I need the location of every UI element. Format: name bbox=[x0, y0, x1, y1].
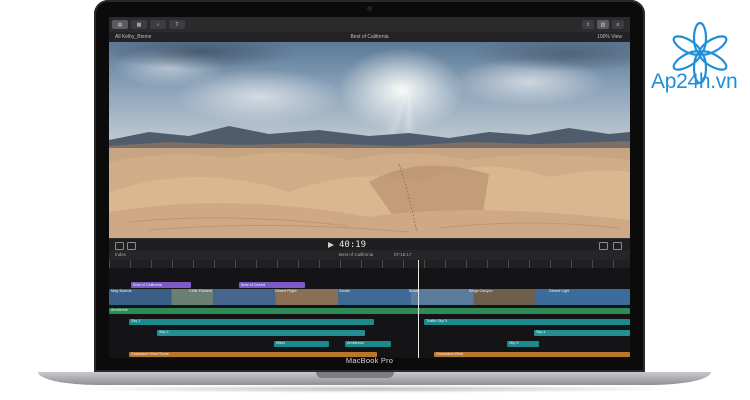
photos-button[interactable]: ▦ bbox=[131, 20, 147, 29]
timeline-project-name: Best of California bbox=[339, 252, 374, 257]
audio-clip[interactable] bbox=[534, 330, 630, 336]
title-clip-label: Best of California bbox=[133, 282, 162, 287]
playhead[interactable] bbox=[418, 260, 419, 358]
viewer-zoom[interactable]: 100% View bbox=[597, 34, 622, 40]
laptop-lid: ▤ ▦ ♪ T ⇪ ▥ ≡ All Kelby_Biome Best of Ca… bbox=[94, 0, 645, 372]
audio-clip-label: Sky 1 bbox=[131, 319, 141, 323]
clip-appearance-icon[interactable] bbox=[127, 242, 136, 250]
library-toggle-button[interactable]: ▤ bbox=[112, 20, 128, 29]
desert-landscape bbox=[109, 126, 630, 238]
timeline-duration: 07:16:17 bbox=[394, 252, 412, 257]
base-shadow bbox=[60, 385, 690, 393]
audio-clip[interactable] bbox=[157, 330, 365, 336]
video-viewer bbox=[109, 42, 630, 238]
project-title: Best of California bbox=[350, 34, 389, 40]
music-clip-label: Grassland Wind Score bbox=[131, 352, 169, 356]
video-clip-label: Desert Flight bbox=[275, 289, 297, 293]
video-clip-label: Mag Boards bbox=[111, 289, 132, 293]
audio-clip-label: Ambience bbox=[111, 308, 128, 312]
crop-icon[interactable] bbox=[599, 242, 608, 250]
app-toolbar: ▤ ▦ ♪ T ⇪ ▥ ≡ bbox=[109, 17, 630, 32]
audio-clip-label: Traffic Sky 3 bbox=[426, 319, 447, 323]
fullscreen-icon[interactable] bbox=[613, 242, 622, 250]
video-clip-label: Chile Flowers bbox=[189, 289, 212, 293]
audio-button[interactable]: ♪ bbox=[150, 20, 166, 29]
watermark-text: Ap24h.vn bbox=[651, 70, 738, 93]
viewer-options-icon[interactable] bbox=[115, 242, 124, 250]
inspector-button[interactable]: ≡ bbox=[612, 20, 624, 29]
video-clip-label: Kings Canyon bbox=[469, 289, 493, 293]
audio-clip[interactable] bbox=[109, 308, 630, 314]
audio-clip-label: Ambience bbox=[347, 341, 364, 345]
music-clip[interactable] bbox=[434, 352, 630, 357]
video-clip-label: Sands bbox=[339, 289, 350, 293]
timeline[interactable]: Best of California Best of Desert Mag Bo… bbox=[109, 268, 630, 358]
camera-icon bbox=[367, 6, 372, 11]
music-clip-label: Grassland Wind bbox=[436, 352, 464, 356]
audio-clip-label: Sky 5 bbox=[509, 341, 519, 345]
audio-clip-label: Sky 2 bbox=[159, 330, 169, 334]
audio-clip[interactable] bbox=[424, 319, 630, 325]
share-button[interactable]: ⇪ bbox=[582, 20, 594, 29]
title-clip-label: Best of Desert bbox=[241, 282, 266, 287]
timeline-ruler[interactable] bbox=[109, 260, 630, 268]
titles-button[interactable]: T bbox=[169, 20, 185, 29]
laptop-notch bbox=[316, 372, 394, 378]
video-clip-label: Desert Light bbox=[549, 289, 570, 293]
audio-clip[interactable] bbox=[129, 319, 374, 325]
play-icon[interactable] bbox=[328, 242, 334, 248]
audio-clip-label: Wind bbox=[276, 341, 285, 345]
timeline-header: Index Best of California 07:16:17 bbox=[109, 250, 630, 260]
viewer-header: All Kelby_Biome Best of California 100% … bbox=[109, 32, 630, 42]
tab-index[interactable]: Index bbox=[115, 252, 126, 257]
audio-clip-label: Sky 4 bbox=[536, 330, 546, 334]
laptop-screen: ▤ ▦ ♪ T ⇪ ▥ ≡ All Kelby_Biome Best of Ca… bbox=[109, 17, 630, 358]
layout-button[interactable]: ▥ bbox=[597, 20, 609, 29]
